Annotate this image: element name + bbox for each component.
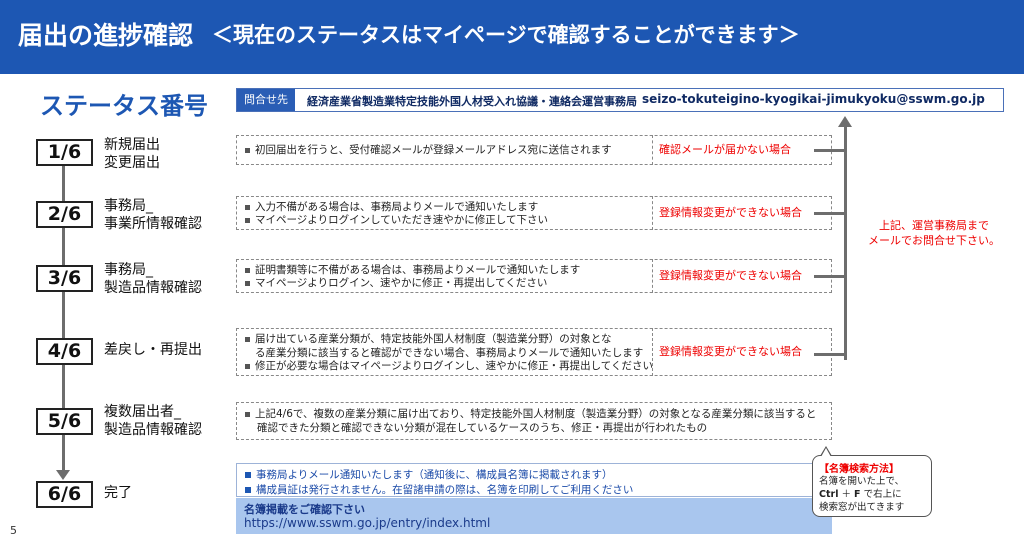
bullet-icon <box>245 267 250 273</box>
bullet-icon <box>245 147 250 153</box>
page-number: 5 <box>10 524 17 537</box>
step-issue-3: 登録情報変更ができない場合 <box>652 259 832 293</box>
registry-title: 名簿掲載をご確認下さい <box>244 503 365 516</box>
step-label-3: 事務局_ 製造品情報確認 <box>104 261 202 297</box>
registry-url-link[interactable]: https://www.sswm.go.jp/entry/index.html <box>244 516 490 530</box>
arrow-connector-2 <box>814 212 844 215</box>
step-desc-6: 事務局よりメール通知いたします（通知後に、構成員名簿に掲載されます） 構成員証は… <box>236 463 832 497</box>
timeline-arrow-icon <box>56 470 70 480</box>
step-label-5-line2: 製造品情報確認 <box>104 422 202 438</box>
registry-box: 名簿掲載をご確認下さい https://www.sswm.go.jp/entry… <box>236 498 832 534</box>
bullet-icon <box>245 411 250 417</box>
step-desc-3-line2: マイページよりログイン、速やかに修正・再提出してください <box>245 277 547 290</box>
step-number-2: 2/6 <box>36 201 93 228</box>
step-label-3-line1: 事務局_ <box>104 262 153 278</box>
contact-note: 上記、運営事務局まで メールでお問合せ下さい。 <box>864 218 1004 248</box>
bullet-icon <box>245 204 250 210</box>
bullet-icon <box>245 336 250 342</box>
page-title: 届出の進捗確認 <box>18 21 194 50</box>
header-banner: 届出の進捗確認 ＜現在のステータスはマイページで確認することができます＞ <box>0 0 1024 74</box>
step-desc-2-line2: マイページよりログインしていただき速やかに修正して下さい <box>245 214 548 227</box>
bullet-icon <box>245 217 250 223</box>
step-issue-1: 確認メールが届かない場合 <box>652 135 832 165</box>
step-label-4: 差戻し・再提出 <box>104 341 202 359</box>
step-number-4: 4/6 <box>36 338 93 365</box>
step-desc-4-line3: 修正が必要な場合はマイページよりログインし、速やかに修正・再提出してください <box>245 360 653 373</box>
contact-email-link[interactable]: seizo-tokuteigino-kyogikai-jimukyoku@ssw… <box>642 92 985 106</box>
step-desc-4-line2: る産業分類に該当すると確認ができない場合、事務局よりメールで通知いたします <box>255 347 644 359</box>
step-desc-4-line1: 届け出ている産業分類が、特定技能外国人材制度（製造業分野）の対象とな <box>245 333 611 346</box>
bullet-icon <box>245 472 251 478</box>
step-desc-5: 上記4/6で、複数の産業分類に届け出ており、特定技能外国人材制度（製造業分野）の… <box>236 402 832 440</box>
arrow-connector-3 <box>814 275 844 278</box>
step-desc-6-line1: 事務局よりメール通知いたします（通知後に、構成員名簿に掲載されます） <box>245 467 612 482</box>
step-number-3: 3/6 <box>36 265 93 292</box>
search-tip-callout: 【名簿検索方法】 名簿を開いた上で、 Ctrl ＋ F で右上に 検索窓が出てき… <box>812 455 932 517</box>
contact-bar: 問合せ先 経済産業省製造業特定技能外国人材受入れ協議・連絡会運営事務局 seiz… <box>236 88 1004 112</box>
step-desc-5-line1: 上記4/6で、複数の産業分類に届け出ており、特定技能外国人材制度（製造業分野）の… <box>245 407 825 435</box>
step-label-5-line1: 複数届出者_ <box>104 404 181 420</box>
step-label-3-line2: 製造品情報確認 <box>104 280 202 296</box>
step-label-5: 複数届出者_ 製造品情報確認 <box>104 403 202 439</box>
callout-line3: 検索窓が出てきます <box>819 502 905 513</box>
step-label-1-line2: 変更届出 <box>104 155 160 171</box>
arrow-vertical <box>844 126 847 360</box>
step-label-1: 新規届出 変更届出 <box>104 136 160 172</box>
step-label-2: 事務局_ 事業所情報確認 <box>104 197 202 233</box>
step-number-5: 5/6 <box>36 408 93 435</box>
contact-organization: 経済産業省製造業特定技能外国人材受入れ協議・連絡会運営事務局 <box>307 95 637 108</box>
step-label-6: 完了 <box>104 484 132 502</box>
status-number-heading: ステータス番号 <box>40 92 208 120</box>
step-label-1-line1: 新規届出 <box>104 137 160 153</box>
bullet-icon <box>245 363 250 369</box>
callout-line1: 名簿を開いた上で、 <box>819 476 905 487</box>
callout-line2: Ctrl ＋ F で右上に <box>819 486 902 500</box>
arrow-up-icon <box>838 116 852 127</box>
arrow-connector-1 <box>814 149 844 152</box>
step-label-2-line2: 事業所情報確認 <box>104 216 202 232</box>
step-issue-2: 登録情報変更ができない場合 <box>652 196 832 230</box>
contact-note-line1: 上記、運営事務局まで <box>879 219 989 232</box>
step-issue-4: 登録情報変更ができない場合 <box>652 328 832 376</box>
step-label-4-line1: 差戻し・再提出 <box>104 342 202 358</box>
step-number-1: 1/6 <box>36 139 93 166</box>
step-label-6-line1: 完了 <box>104 485 132 501</box>
step-number-6: 6/6 <box>36 481 93 508</box>
step-desc-6-line2: 構成員証は発行されません。在留諸申請の際は、名簿を印刷してご利用ください <box>245 482 633 497</box>
step-desc-3-line1: 証明書類等に不備がある場合は、事務局よりメールで通知いたします <box>245 264 580 277</box>
step-desc-2-line1: 入力不備がある場合は、事務局よりメールで通知いたします <box>245 201 538 214</box>
step-desc-1-line1: 初回届出を行うと、受付確認メールが登録メールアドレス宛に送信されます <box>245 144 612 157</box>
step-label-2-line1: 事務局_ <box>104 198 153 214</box>
contact-label: 問合せ先 <box>237 89 295 111</box>
bullet-icon <box>245 280 250 286</box>
bullet-icon <box>245 487 251 493</box>
contact-note-line2: メールでお問合せ下さい。 <box>868 234 1000 247</box>
callout-tail-inner <box>821 448 831 457</box>
arrow-connector-4 <box>814 353 844 356</box>
page-subtitle: ＜現在のステータスはマイページで確認することができます＞ <box>212 23 800 47</box>
